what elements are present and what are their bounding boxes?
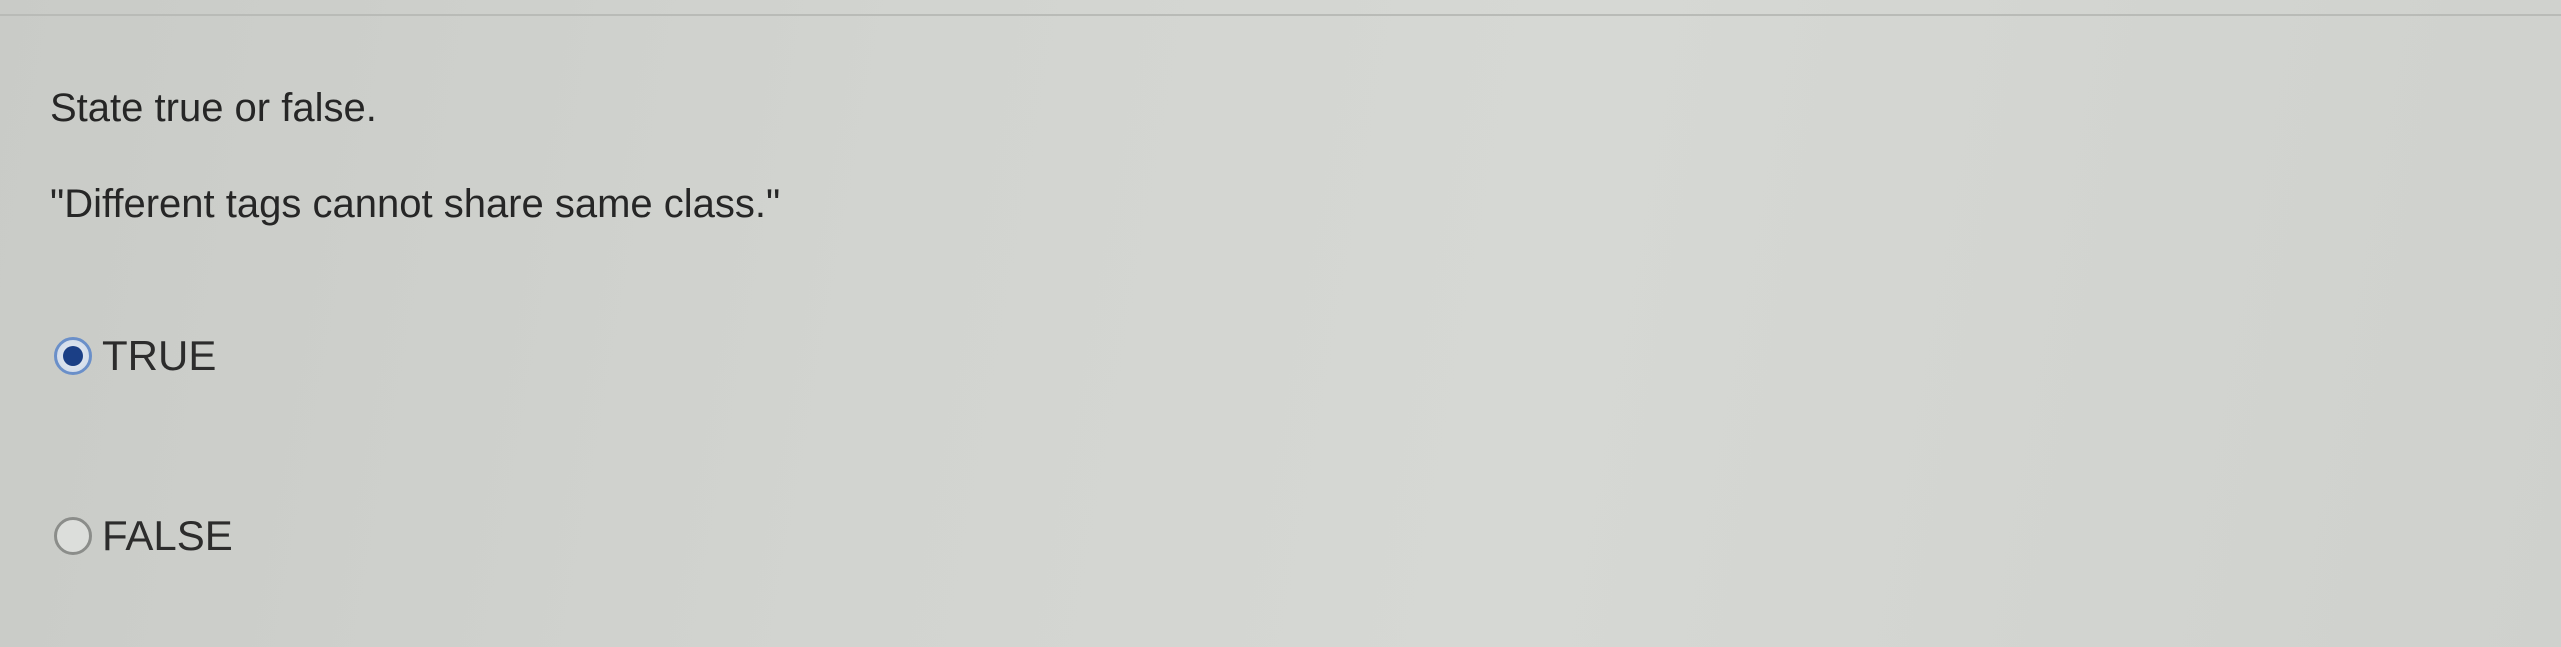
question-statement: "Different tags cannot share same class.… <box>50 182 781 226</box>
question-panel: State true or false. "Different tags can… <box>0 16 2561 647</box>
radio-selected-dot-icon <box>63 346 83 366</box>
option-true-label[interactable]: TRUE <box>102 332 216 380</box>
option-true[interactable]: TRUE <box>54 326 216 386</box>
option-false-label[interactable]: FALSE <box>102 512 233 560</box>
radio-true[interactable] <box>54 337 92 375</box>
question-prompt: State true or false. <box>50 86 377 130</box>
option-false[interactable]: FALSE <box>54 506 233 566</box>
radio-false[interactable] <box>54 517 92 555</box>
